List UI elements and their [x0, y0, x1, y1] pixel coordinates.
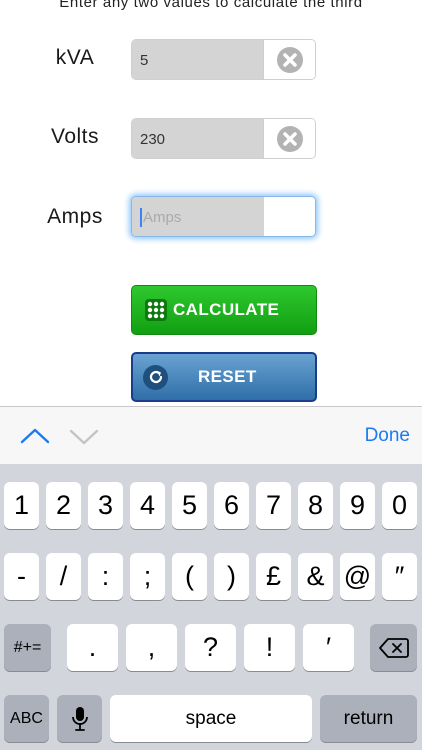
kva-input[interactable]: 5 [132, 40, 265, 79]
dictation-key[interactable] [57, 695, 102, 742]
key-2[interactable]: 2 [46, 482, 81, 529]
keypad-icon [145, 299, 167, 321]
keyboard-toolbar: Done [0, 406, 422, 465]
clear-icon [276, 46, 303, 73]
key-hyphen[interactable]: - [4, 553, 39, 600]
instruction-text: Enter any two values to calculate the th… [59, 0, 363, 11]
key-8[interactable]: 8 [298, 482, 333, 529]
amps-input[interactable]: Amps [132, 197, 265, 236]
key-7[interactable]: 7 [256, 482, 291, 529]
reset-label: RESET [198, 367, 257, 386]
key-3[interactable]: 3 [88, 482, 123, 529]
space-key[interactable]: space [110, 695, 312, 742]
key-at[interactable]: @ [340, 553, 375, 600]
key-prime[interactable]: ′ [303, 624, 354, 671]
amps-clear-area [264, 197, 315, 236]
kva-clear-button[interactable] [263, 40, 315, 79]
reset-button[interactable]: RESET [131, 352, 317, 402]
volts-input[interactable]: 230 [132, 119, 265, 158]
kva-field[interactable]: 5 [131, 39, 316, 80]
refresh-icon [143, 364, 168, 390]
key-semicolon[interactable]: ; [130, 553, 165, 600]
keyboard: 1 2 3 4 5 6 7 8 9 0 - / : ; ( ) £ & @ ″ … [0, 464, 422, 750]
backspace-icon [378, 637, 409, 658]
key-9[interactable]: 9 [340, 482, 375, 529]
done-button[interactable]: Done [365, 425, 410, 447]
key-ampersand[interactable]: & [298, 553, 333, 600]
key-double-prime[interactable]: ″ [382, 553, 417, 600]
key-5[interactable]: 5 [172, 482, 207, 529]
microphone-icon [71, 706, 88, 731]
volts-label: Volts [50, 125, 100, 148]
calculate-label: CALCULATE [173, 300, 280, 319]
chevron-down-icon[interactable] [69, 428, 99, 446]
return-key[interactable]: return [320, 695, 417, 742]
key-more-symbols[interactable]: #+= [4, 624, 51, 671]
volts-clear-button[interactable] [263, 119, 315, 158]
key-pound[interactable]: £ [256, 553, 291, 600]
amps-label: Amps [47, 205, 103, 228]
key-6[interactable]: 6 [214, 482, 249, 529]
key-slash[interactable]: / [46, 553, 81, 600]
key-close-paren[interactable]: ) [214, 553, 249, 600]
key-comma[interactable]: , [126, 624, 177, 671]
clear-icon [276, 125, 303, 152]
key-exclamation[interactable]: ! [244, 624, 295, 671]
key-4[interactable]: 4 [130, 482, 165, 529]
key-0[interactable]: 0 [382, 482, 417, 529]
amps-field[interactable]: Amps [131, 196, 316, 237]
backspace-key[interactable] [370, 624, 417, 671]
key-question[interactable]: ? [185, 624, 236, 671]
key-1[interactable]: 1 [4, 482, 39, 529]
key-open-paren[interactable]: ( [172, 553, 207, 600]
key-period[interactable]: . [67, 624, 118, 671]
key-colon[interactable]: : [88, 553, 123, 600]
chevron-up-icon[interactable] [20, 427, 50, 445]
key-abc[interactable]: ABC [4, 695, 49, 742]
kva-label: kVA [55, 46, 95, 69]
volts-field[interactable]: 230 [131, 118, 316, 159]
calculate-button[interactable]: CALCULATE [131, 285, 317, 335]
